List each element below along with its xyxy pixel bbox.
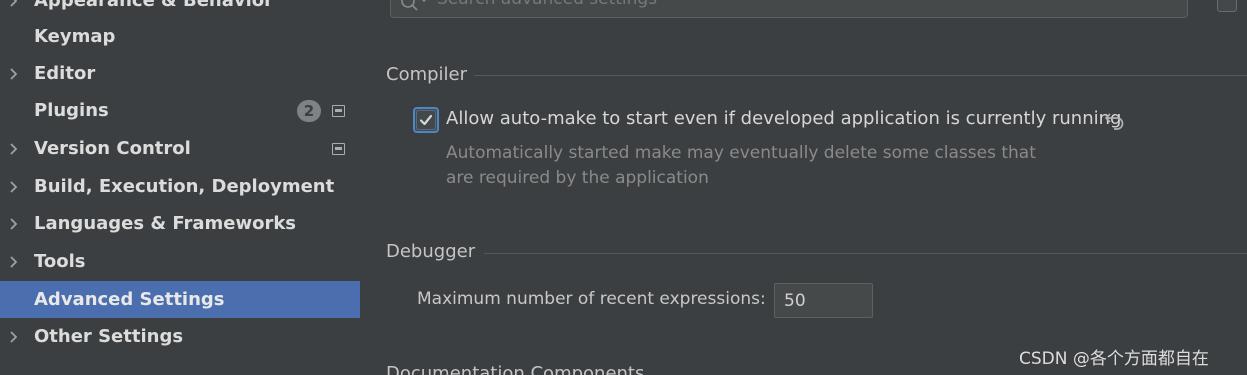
section-title-compiler: Compiler bbox=[386, 64, 468, 85]
search-placeholder: Search advanced settings bbox=[437, 0, 657, 9]
section-title-documentation-components: Documentation Components bbox=[386, 363, 645, 375]
checkbox-box bbox=[416, 110, 436, 130]
chevron-right-icon bbox=[10, 217, 18, 230]
sidebar-item-label: Editor bbox=[34, 63, 96, 84]
search-field[interactable]: Search advanced settings bbox=[390, 0, 1188, 18]
sidebar-item-label: Keymap bbox=[34, 26, 116, 47]
chevron-right-icon bbox=[10, 255, 18, 268]
sidebar-item-label: Advanced Settings bbox=[34, 289, 225, 310]
max-recent-expressions-input[interactable] bbox=[774, 283, 873, 318]
modified-only-checkbox[interactable] bbox=[1217, 0, 1237, 12]
chevron-right-icon bbox=[10, 142, 18, 155]
sidebar-item-other-settings[interactable]: Other Settings bbox=[0, 318, 360, 355]
settings-sidebar: Appearance & Behavior Keymap Editor Plug… bbox=[0, 0, 360, 375]
option-description-line-1: Automatically started make may eventuall… bbox=[446, 143, 1036, 163]
sidebar-item-label: Version Control bbox=[34, 138, 191, 159]
sidebar-item-keymap[interactable]: Keymap bbox=[0, 18, 360, 55]
updates-count-badge: 2 bbox=[297, 99, 321, 122]
sidebar-item-languages-frameworks[interactable]: Languages & Frameworks bbox=[0, 205, 360, 242]
chevron-right-icon bbox=[10, 180, 18, 193]
sidebar-item-label: Plugins bbox=[34, 100, 109, 121]
sidebar-item-editor[interactable]: Editor bbox=[0, 55, 360, 92]
section-title-debugger: Debugger bbox=[386, 241, 476, 262]
advanced-settings-panel: Search advanced settings Compiler Allow … bbox=[360, 0, 1247, 375]
section-divider bbox=[474, 75, 1247, 76]
sidebar-item-label: Other Settings bbox=[34, 326, 184, 347]
chevron-right-icon bbox=[10, 0, 18, 7]
checkmark-icon bbox=[419, 114, 433, 126]
project-level-icon bbox=[332, 142, 345, 155]
sidebar-item-advanced-settings[interactable]: Advanced Settings bbox=[0, 281, 360, 318]
sidebar-item-build-execution-deployment[interactable]: Build, Execution, Deployment bbox=[0, 168, 360, 205]
sidebar-item-label: Languages & Frameworks bbox=[34, 213, 297, 234]
sidebar-item-version-control[interactable]: Version Control bbox=[0, 130, 360, 167]
chevron-right-icon bbox=[10, 330, 18, 343]
project-level-icon bbox=[332, 104, 345, 117]
sidebar-item-plugins[interactable]: Plugins 2 bbox=[0, 92, 360, 129]
allow-auto-make-label[interactable]: Allow auto-make to start even if develop… bbox=[446, 108, 1121, 129]
option-description-line-2: are required by the application bbox=[446, 168, 709, 188]
section-divider bbox=[484, 253, 1247, 254]
sidebar-item-tools[interactable]: Tools bbox=[0, 243, 360, 280]
sidebar-item-appearance-behavior[interactable]: Appearance & Behavior bbox=[0, 0, 360, 19]
sidebar-item-label: Tools bbox=[34, 251, 86, 272]
allow-auto-make-checkbox[interactable] bbox=[413, 107, 439, 133]
sidebar-item-label: Appearance & Behavior bbox=[34, 0, 274, 11]
chevron-right-icon bbox=[10, 67, 18, 80]
watermark-text: CSDN @各个方面都自在 bbox=[1019, 349, 1209, 369]
max-recent-expressions-label: Maximum number of recent expressions: bbox=[417, 289, 766, 309]
search-icon bbox=[401, 0, 426, 11]
reset-to-default-icon[interactable] bbox=[1104, 110, 1126, 130]
sidebar-item-label: Build, Execution, Deployment bbox=[34, 176, 335, 197]
